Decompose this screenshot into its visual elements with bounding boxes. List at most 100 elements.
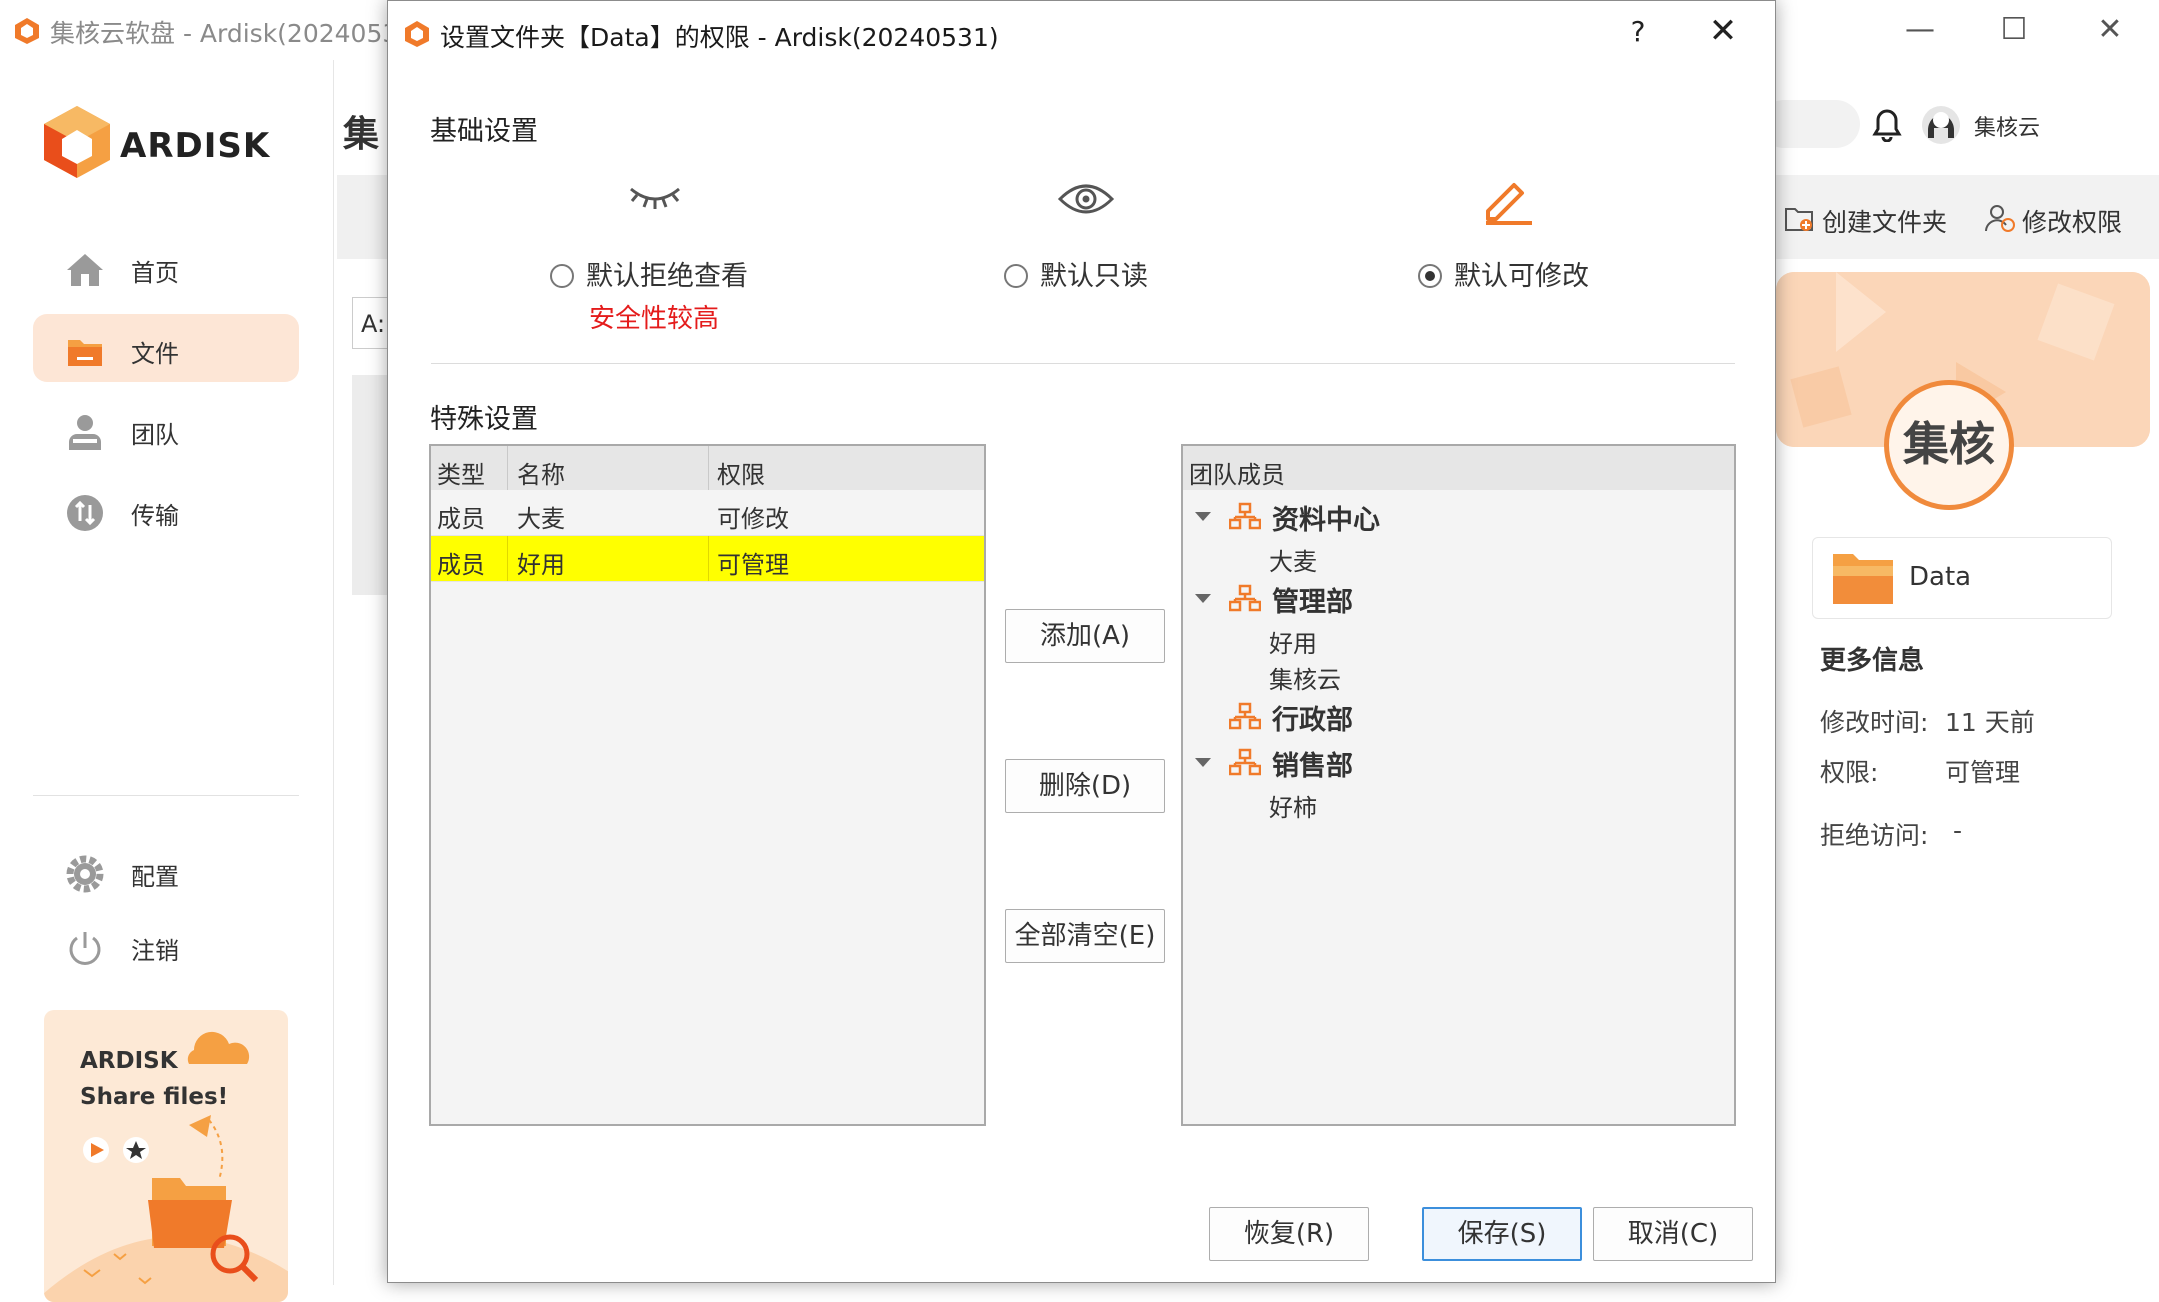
minimize-button[interactable]: — bbox=[1880, 6, 1960, 54]
sidebar-item-label: 传输 bbox=[131, 502, 179, 530]
expand-arrow-icon[interactable] bbox=[1195, 758, 1211, 767]
column-header-permission[interactable]: 权限 bbox=[717, 455, 765, 490]
permission-dialog: 设置文件夹【Data】的权限 - Ardisk(20240531) ? ✕ 基础… bbox=[387, 0, 1776, 1283]
sidebar-item-label: 注销 bbox=[131, 937, 179, 965]
column-header-type[interactable]: 类型 bbox=[437, 455, 485, 490]
folder-name: Data bbox=[1909, 562, 1972, 592]
app-logo-icon bbox=[405, 21, 429, 47]
tree-member[interactable]: 大麦 bbox=[1269, 542, 1317, 577]
folder-badge: 集核 bbox=[1884, 380, 2014, 510]
clear-all-button[interactable]: 全部清空(E) bbox=[1005, 909, 1165, 963]
dialog-title: 设置文件夹【Data】的权限 - Ardisk(20240531) bbox=[440, 23, 999, 52]
tree-header-label: 团队成员 bbox=[1189, 461, 1285, 489]
create-folder-icon bbox=[1785, 208, 1813, 231]
permission-table[interactable]: 类型 名称 权限 成员 大麦 可修改 成员 好用 可管理 bbox=[429, 444, 986, 1126]
cell-name: 好用 bbox=[517, 551, 565, 579]
help-button[interactable]: ? bbox=[1618, 15, 1658, 48]
restore-button[interactable]: 恢复(R) bbox=[1209, 1207, 1369, 1261]
tree-member[interactable]: 好用 bbox=[1269, 624, 1317, 659]
sidebar-item-label: 文件 bbox=[131, 340, 179, 368]
promo-card[interactable]: ARDISK Share files! bbox=[44, 1010, 288, 1302]
close-window-button[interactable]: ✕ bbox=[2070, 6, 2150, 54]
avatar-icon[interactable] bbox=[1920, 104, 1962, 146]
folder-card[interactable]: Data bbox=[1812, 537, 2112, 619]
org-chart-icon bbox=[1229, 748, 1261, 776]
app-logo-icon bbox=[15, 18, 39, 44]
radio-read-only[interactable]: 默认只读 bbox=[1004, 254, 1148, 293]
cell-permission: 可管理 bbox=[717, 551, 789, 579]
section-divider bbox=[431, 363, 1735, 364]
radio-button-checked[interactable] bbox=[1418, 264, 1442, 288]
security-note: 安全性较高 bbox=[589, 304, 720, 334]
create-folder-button[interactable]: 创建文件夹 bbox=[1822, 203, 1947, 239]
column-header-name[interactable]: 名称 bbox=[517, 455, 565, 490]
dialog-close-button[interactable]: ✕ bbox=[1698, 11, 1748, 51]
user-name[interactable]: 集核云 bbox=[1974, 110, 2040, 142]
maximize-button[interactable]: ☐ bbox=[1974, 6, 2054, 54]
sidebar-item-label: 配置 bbox=[131, 863, 179, 891]
remove-button[interactable]: 删除(D) bbox=[1005, 759, 1165, 813]
eye-icon bbox=[1057, 184, 1115, 214]
permission-value: 可管理 bbox=[1945, 758, 2021, 787]
radio-modifiable[interactable]: 默认可修改 bbox=[1418, 254, 1589, 293]
modified-value: 11 天前 bbox=[1945, 708, 2035, 737]
sidebar-item-home[interactable]: 首页 bbox=[33, 233, 299, 301]
modified-label: 修改时间: bbox=[1820, 708, 1929, 737]
radio-deny-view-label: 默认拒绝查看 bbox=[586, 261, 748, 292]
tree-group[interactable]: 资料中心 bbox=[1272, 498, 1380, 537]
radio-modifiable-label: 默认可修改 bbox=[1454, 261, 1589, 292]
right-toolbar: 创建文件夹 修改权限 bbox=[1776, 175, 2159, 259]
cell-name: 大麦 bbox=[517, 505, 565, 533]
pencil-icon bbox=[1486, 183, 1532, 225]
sidebar-item-transfer[interactable]: 传输 bbox=[33, 476, 299, 544]
org-chart-icon bbox=[1229, 702, 1261, 730]
sidebar-divider bbox=[33, 795, 299, 796]
deny-label: 拒绝访问: bbox=[1820, 821, 1929, 850]
sidebar-item-logout[interactable]: 注销 bbox=[33, 911, 299, 979]
brand-name: ARDISK bbox=[120, 126, 271, 166]
tree-member[interactable]: 好柿 bbox=[1269, 788, 1317, 823]
power-icon bbox=[69, 932, 101, 965]
special-settings-title: 特殊设置 bbox=[430, 404, 538, 435]
table-row[interactable]: 成员 大麦 可修改 bbox=[431, 490, 984, 536]
tree-group[interactable]: 管理部 bbox=[1272, 580, 1353, 619]
expand-arrow-icon[interactable] bbox=[1195, 594, 1211, 603]
radio-read-only-label: 默认只读 bbox=[1040, 261, 1148, 292]
gear-icon bbox=[66, 855, 104, 893]
transfer-icon bbox=[67, 495, 103, 531]
radio-button[interactable] bbox=[1004, 264, 1028, 288]
folder-icon bbox=[68, 340, 102, 366]
home-icon bbox=[67, 254, 103, 286]
user-permission-icon bbox=[1985, 205, 2015, 232]
sidebar-item-team[interactable]: 团队 bbox=[33, 395, 299, 463]
cancel-button[interactable]: 取消(C) bbox=[1593, 1207, 1753, 1261]
permission-label: 权限: bbox=[1820, 758, 1879, 787]
cell-type: 成员 bbox=[437, 505, 485, 533]
tree-member[interactable]: 集核云 bbox=[1269, 660, 1341, 695]
bell-icon[interactable] bbox=[1872, 108, 1902, 142]
sidebar-item-label: 首页 bbox=[131, 259, 179, 287]
tree-group[interactable]: 行政部 bbox=[1272, 698, 1353, 737]
cell-permission: 可修改 bbox=[717, 505, 789, 533]
tree-group[interactable]: 销售部 bbox=[1272, 744, 1353, 783]
cell-type: 成员 bbox=[437, 551, 485, 579]
radio-button[interactable] bbox=[550, 264, 574, 288]
expand-arrow-icon[interactable] bbox=[1195, 512, 1211, 521]
info-heading: 更多信息 bbox=[1820, 646, 1925, 676]
radio-deny-view[interactable]: 默认拒绝查看 bbox=[550, 254, 748, 293]
table-row-selected[interactable]: 成员 好用 可管理 bbox=[431, 536, 984, 582]
team-member-tree[interactable]: 团队成员 资料中心 大麦 管理部 好用 集核云 行政部 销售部 好柿 bbox=[1181, 444, 1736, 1126]
modify-permission-button[interactable]: 修改权限 bbox=[2022, 203, 2122, 239]
sidebar-item-files[interactable]: 文件 bbox=[33, 314, 299, 382]
eye-closed-icon bbox=[630, 187, 680, 209]
add-button[interactable]: 添加(A) bbox=[1005, 609, 1165, 663]
deny-value: - bbox=[1953, 816, 1963, 845]
team-icon bbox=[69, 415, 101, 450]
sidebar: ARDISK 首页 文件 团队 传输 配置 注销 ARDISK Share fi… bbox=[0, 60, 334, 1302]
save-button[interactable]: 保存(S) bbox=[1422, 1207, 1582, 1261]
org-chart-icon bbox=[1229, 584, 1261, 612]
org-chart-icon bbox=[1229, 502, 1261, 530]
app-window-title: 集核云软盘 - Ardisk(20240531 bbox=[50, 19, 415, 48]
tree-header: 团队成员 bbox=[1183, 446, 1734, 490]
sidebar-item-settings[interactable]: 配置 bbox=[33, 837, 299, 905]
